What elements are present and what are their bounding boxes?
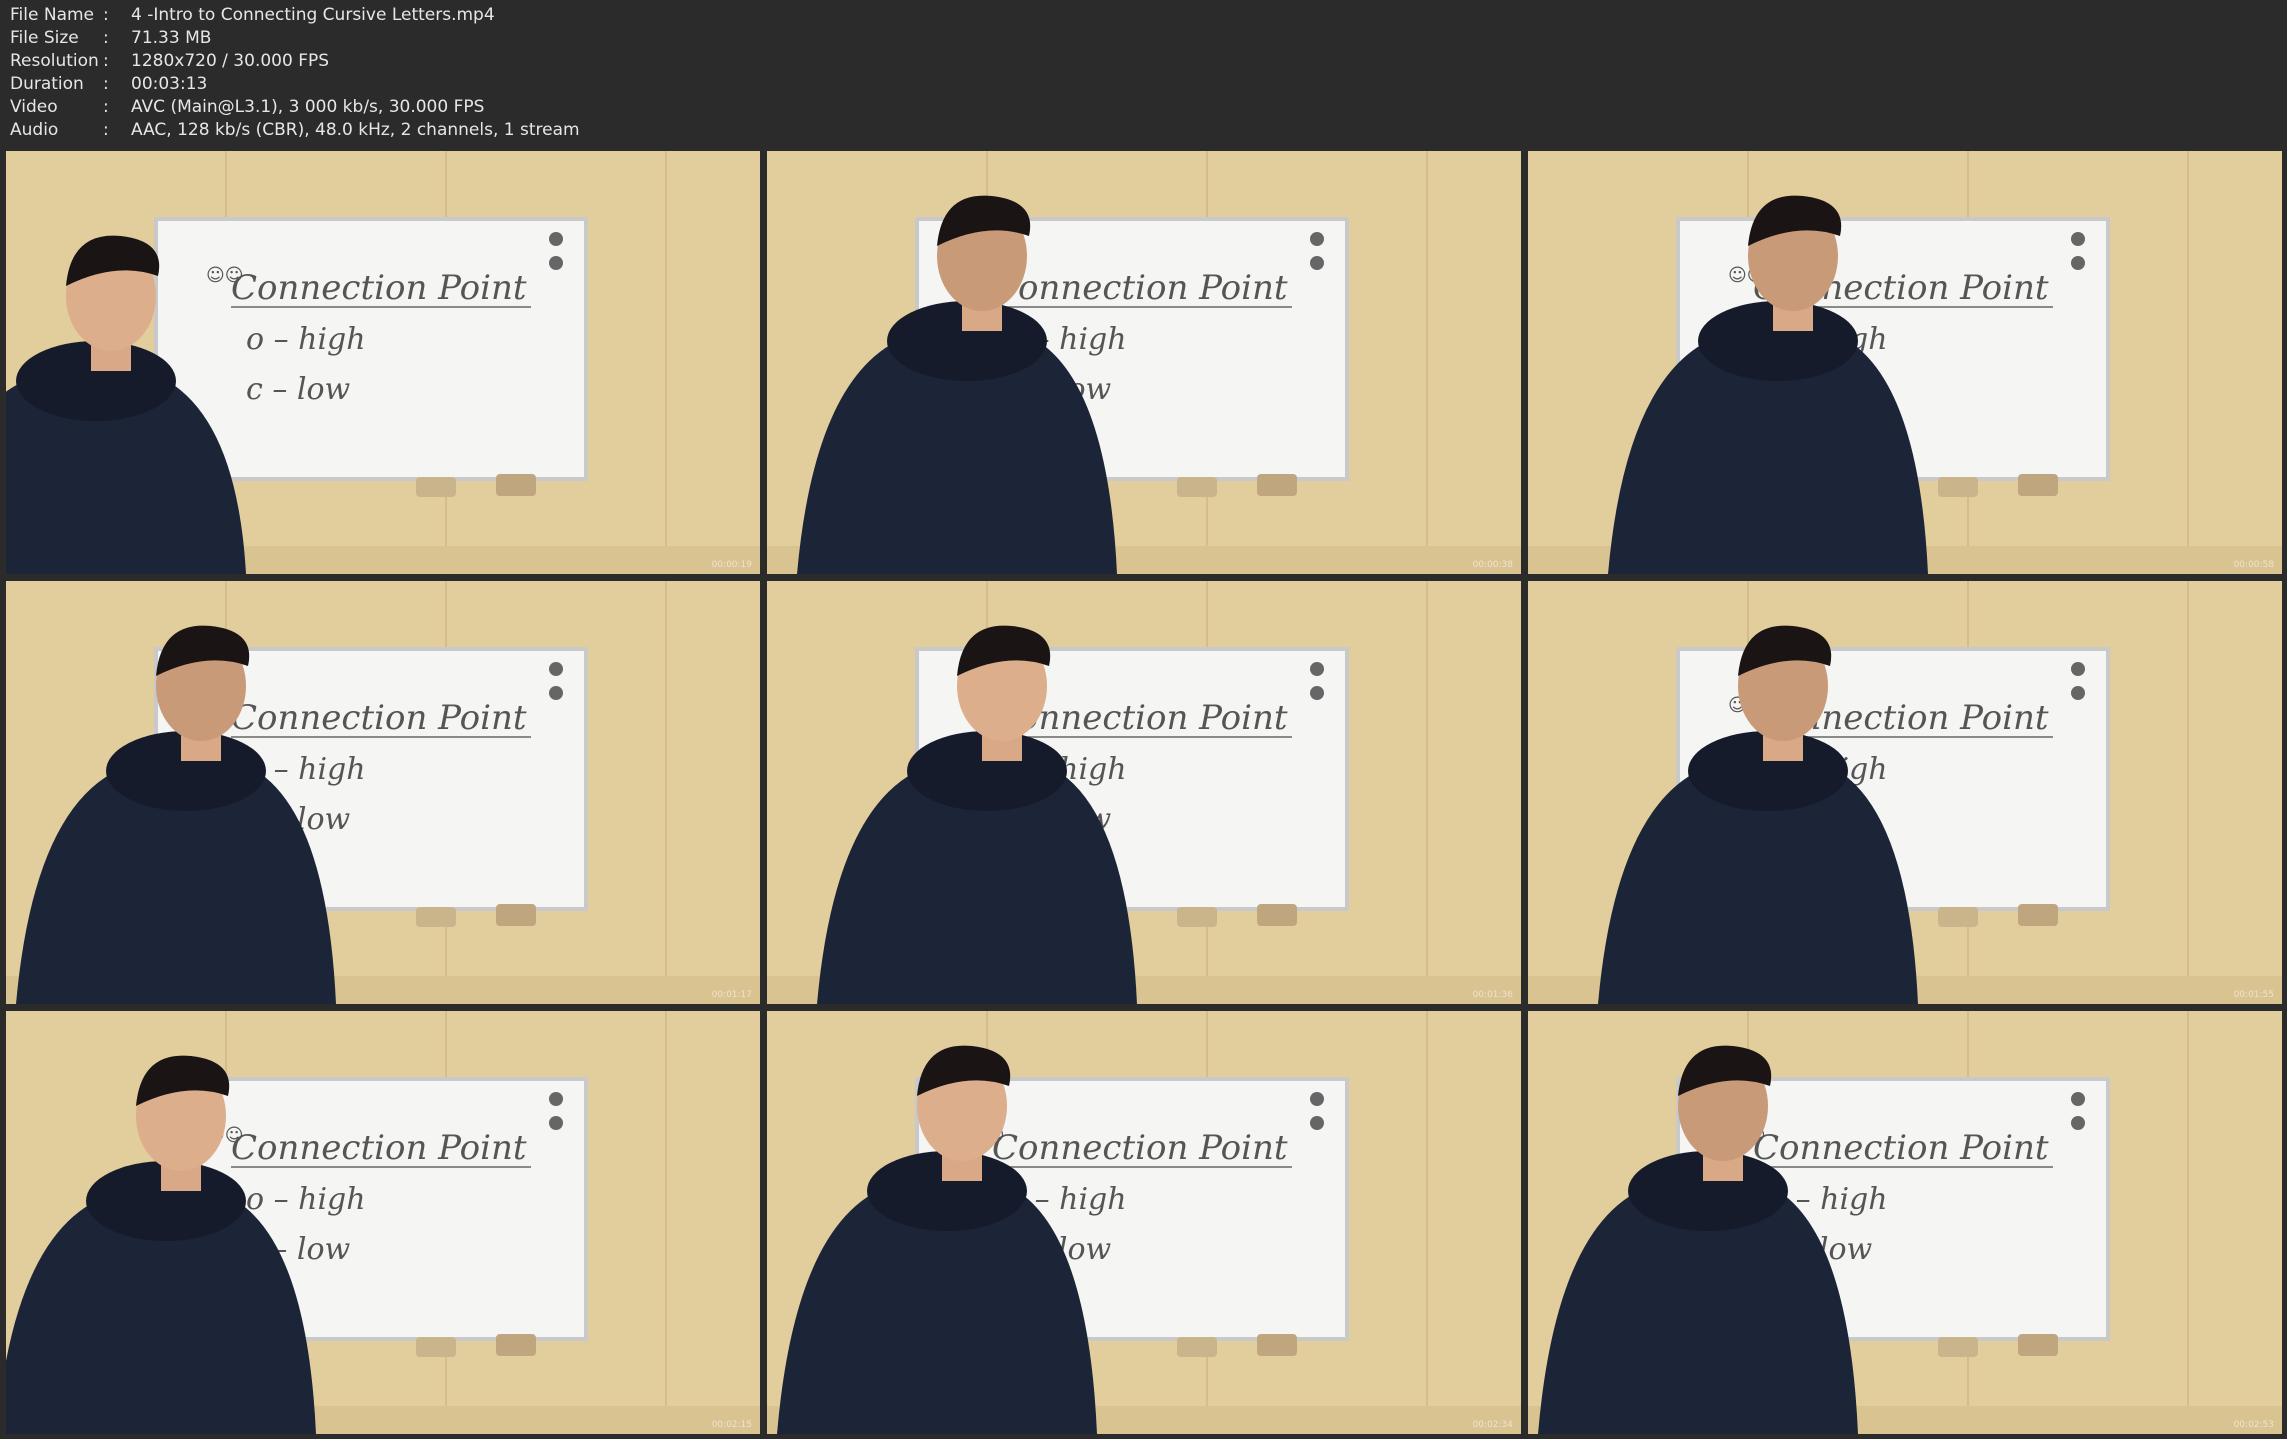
frame-timestamp: 00:01:55: [2233, 990, 2274, 1000]
video-frame: Connection Point☺☺ o – high c – low: [6, 151, 760, 574]
media-info-row: Audio : AAC, 128 kb/s (CBR), 48.0 kHz, 2…: [10, 119, 580, 142]
board-title: Connection Point: [231, 698, 527, 738]
frame-timestamp: 00:00:58: [2233, 560, 2274, 570]
board-line-low: c – low: [246, 372, 351, 407]
separator: :: [103, 51, 109, 71]
audio-value: AAC, 128 kb/s (CBR), 48.0 kHz, 2 channel…: [131, 120, 580, 140]
frame-timestamp: 00:02:53: [2233, 1420, 2274, 1430]
frame-timestamp: 00:00:38: [1472, 560, 1513, 570]
media-info-row: Duration : 00:03:13: [10, 73, 580, 96]
separator: :: [103, 28, 109, 48]
thumbnail-9: Connection Point☺☺o – highc – low00:02:5…: [1528, 1011, 2282, 1434]
file-size-value: 71.33 MB: [131, 28, 212, 48]
thumbnail-6: Connection Point☺☺o – highc – low00:01:5…: [1528, 581, 2282, 1004]
thumbnail-8: Connection Point☺☺o – highc – low00:02:3…: [767, 1011, 1521, 1434]
media-info-row: File Name : 4 -Intro to Connecting Cursi…: [10, 4, 580, 27]
resolution-label: Resolution: [10, 51, 99, 71]
video-label: Video: [10, 97, 58, 117]
frame-timestamp: 00:02:34: [1472, 1420, 1513, 1430]
board-title: Connection Point: [231, 268, 527, 308]
smiley-doodle: ☺☺: [206, 265, 244, 286]
video-frame: Connection Point☺☺o – highc – low: [767, 1011, 1521, 1434]
thumbnail-7: Connection Point ☺☺ o – high c – low 00:02:1…: [6, 1011, 760, 1434]
board-title: Connection Point: [992, 268, 1288, 308]
board-line-high: o – high: [246, 322, 366, 357]
media-info-row: File Size : 71.33 MB: [10, 27, 580, 50]
board-title: Connection Point: [992, 1128, 1288, 1168]
thumbnail-1: Connection Point ☺☺ o – high c – low 00:00:1…: [6, 151, 760, 574]
video-value: AVC (Main@L3.1), 3 000 kb/s, 30.000 FPS: [131, 97, 485, 117]
file-size-label: File Size: [10, 28, 79, 48]
thumbnail-4: Connection Point☺☺o – highc – low00:01:1…: [6, 581, 760, 1004]
video-frame: Connection Point☺☺o – highc – low: [6, 1011, 760, 1434]
media-info-row: Resolution : 1280x720 / 30.000 FPS: [10, 50, 580, 73]
separator: :: [103, 97, 109, 117]
contact-sheet: File Name : 4 -Intro to Connecting Cursi…: [0, 0, 2287, 1439]
thumbnail-3: Connection Point☺☺o – highc – low00:00:5…: [1528, 151, 2282, 574]
frame-timestamp: 00:01:17: [711, 990, 752, 1000]
separator: :: [103, 120, 109, 140]
video-frame: Connection Point☺☺o – highc – low: [767, 151, 1521, 574]
thumbnail-2: Connection Point☺☺o – highc – low00:00:3…: [767, 151, 1521, 574]
separator: :: [103, 5, 109, 25]
file-name-label: File Name: [10, 5, 95, 25]
thumbnail-5: Connection Point☺☺o – highc – low00:01:3…: [767, 581, 1521, 1004]
video-frame: Connection Point☺☺o – highc – low: [1528, 1011, 2282, 1434]
file-name-value: 4 -Intro to Connecting Cursive Letters.m…: [131, 5, 495, 25]
frame-timestamp: 00:02:15: [711, 1420, 752, 1430]
frame-timestamp: 00:00:19: [711, 560, 752, 570]
frame-timestamp: 00:01:36: [1472, 990, 1513, 1000]
video-frame: Connection Point☺☺o – highc – low: [767, 581, 1521, 1004]
thumbnail-grid: Connection Point ☺☺ o – high c – low 00:00:1…: [6, 151, 2282, 1434]
audio-label: Audio: [10, 120, 59, 140]
separator: :: [103, 74, 109, 94]
board-title: Connection Point: [1753, 1128, 2049, 1168]
board-line-high: o – high: [246, 1182, 366, 1217]
media-info-row: Video : AVC (Main@L3.1), 3 000 kb/s, 30.…: [10, 96, 580, 119]
duration-label: Duration: [10, 74, 84, 94]
media-info-panel: File Name : 4 -Intro to Connecting Cursi…: [10, 4, 580, 142]
resolution-value: 1280x720 / 30.000 FPS: [131, 51, 330, 71]
duration-value: 00:03:13: [131, 74, 208, 94]
board-title: Connection Point: [231, 1128, 527, 1168]
video-frame: Connection Point☺☺o – highc – low: [6, 581, 760, 1004]
video-frame: Connection Point☺☺o – highc – low: [1528, 151, 2282, 574]
whiteboard: [154, 217, 588, 481]
video-frame: Connection Point☺☺o – highc – low: [1528, 581, 2282, 1004]
